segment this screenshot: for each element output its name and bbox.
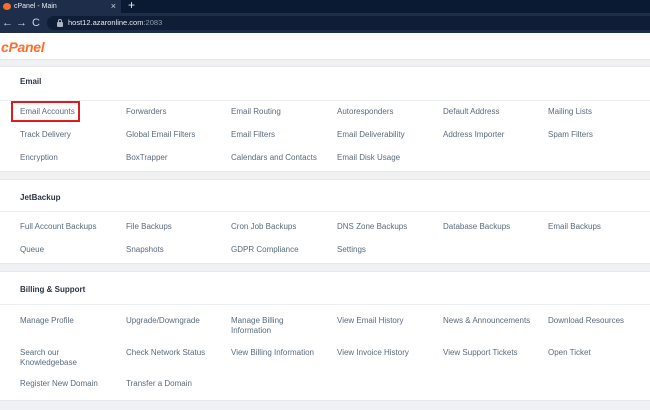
link-email-routing[interactable]: Email Routing (231, 107, 281, 117)
link-database-backups[interactable]: Database Backups (443, 222, 510, 232)
close-tab-icon[interactable]: × (111, 0, 116, 13)
billing-support-section: Billing & Support Manage Profile Upgrade… (0, 271, 650, 401)
browser-tab[interactable]: cPanel - Main × (0, 0, 121, 13)
jetbackup-section: JetBackup Full Account Backups File Back… (0, 179, 650, 264)
link-settings[interactable]: Settings (337, 245, 366, 255)
email-accounts-highlight (11, 101, 80, 122)
link-encryption[interactable]: Encryption (20, 153, 58, 163)
link-autoresponders[interactable]: Autoresponders (337, 107, 393, 117)
link-queue[interactable]: Queue (20, 245, 44, 255)
link-transfer-domain[interactable]: Transfer a Domain (126, 379, 192, 389)
link-cron-job-backups[interactable]: Cron Job Backups (231, 222, 296, 232)
link-search-knowledgebase[interactable]: Search our Knowledgebase (20, 348, 98, 368)
link-upgrade-downgrade[interactable]: Upgrade/Downgrade (126, 316, 200, 326)
link-download-resources[interactable]: Download Resources (548, 316, 624, 326)
link-mailing-lists[interactable]: Mailing Lists (548, 107, 592, 117)
link-manage-profile[interactable]: Manage Profile (20, 316, 74, 326)
link-view-invoice-history[interactable]: View Invoice History (337, 348, 409, 358)
new-tab-icon[interactable]: + (128, 0, 135, 12)
link-address-importer[interactable]: Address Importer (443, 130, 504, 140)
jetbackup-section-header[interactable]: JetBackup (0, 180, 650, 212)
link-snapshots[interactable]: Snapshots (126, 245, 164, 255)
email-section: Email Email Accounts Forwarders Email Ro… (0, 66, 650, 172)
link-boxtrapper[interactable]: BoxTrapper (126, 153, 168, 163)
link-file-backups[interactable]: File Backups (126, 222, 172, 232)
link-news-announcements[interactable]: News & Announcements (443, 316, 530, 326)
email-section-header[interactable]: Email (0, 67, 650, 101)
link-email-backups[interactable]: Email Backups (548, 222, 601, 232)
link-default-address[interactable]: Default Address (443, 107, 499, 117)
jetbackup-section-title: JetBackup (20, 193, 61, 202)
tab-title: cPanel - Main (14, 3, 57, 10)
link-calendars-and-contacts[interactable]: Calendars and Contacts (231, 153, 317, 163)
cpanel-header: cPanel (0, 33, 650, 60)
url-host: host12.azaronline.com (68, 18, 144, 27)
link-email-disk-usage[interactable]: Email Disk Usage (337, 153, 400, 163)
reload-icon[interactable]: C (32, 16, 40, 30)
link-view-email-history[interactable]: View Email History (337, 316, 404, 326)
url-field[interactable]: host12.azaronline.com:2083 (47, 16, 650, 30)
forward-arrow-icon[interactable]: → (16, 16, 27, 30)
email-section-title: Email (20, 77, 42, 86)
lock-icon (57, 19, 63, 27)
link-spam-filters[interactable]: Spam Filters (548, 130, 593, 140)
link-open-ticket[interactable]: Open Ticket (548, 348, 591, 358)
billing-section-title: Billing & Support (20, 285, 86, 294)
link-full-account-backups[interactable]: Full Account Backups (20, 222, 96, 232)
link-register-new-domain[interactable]: Register New Domain (20, 379, 98, 389)
cpanel-logo[interactable]: cPanel (1, 39, 45, 55)
browser-address-bar: ← → C host12.azaronline.com:2083 (0, 13, 650, 33)
link-global-email-filters[interactable]: Global Email Filters (126, 130, 195, 140)
url-port: :2083 (143, 18, 163, 27)
link-track-delivery[interactable]: Track Delivery (20, 130, 71, 140)
link-email-filters[interactable]: Email Filters (231, 130, 275, 140)
link-email-deliverability[interactable]: Email Deliverability (337, 130, 405, 140)
url-text: host12.azaronline.com:2083 (68, 16, 162, 30)
link-manage-billing-information[interactable]: Manage Billing Information (231, 316, 299, 336)
browser-tab-bar: cPanel - Main × + (0, 0, 650, 13)
link-check-network-status[interactable]: Check Network Status (126, 348, 205, 358)
link-forwarders[interactable]: Forwarders (126, 107, 166, 117)
link-gdpr-compliance[interactable]: GDPR Compliance (231, 245, 299, 255)
link-dns-zone-backups[interactable]: DNS Zone Backups (337, 222, 407, 232)
billing-section-header[interactable]: Billing & Support (0, 272, 650, 305)
cpanel-favicon-icon (3, 3, 11, 10)
link-view-billing-information[interactable]: View Billing Information (231, 348, 314, 358)
link-view-support-tickets[interactable]: View Support Tickets (443, 348, 518, 358)
back-arrow-icon[interactable]: ← (2, 16, 13, 30)
